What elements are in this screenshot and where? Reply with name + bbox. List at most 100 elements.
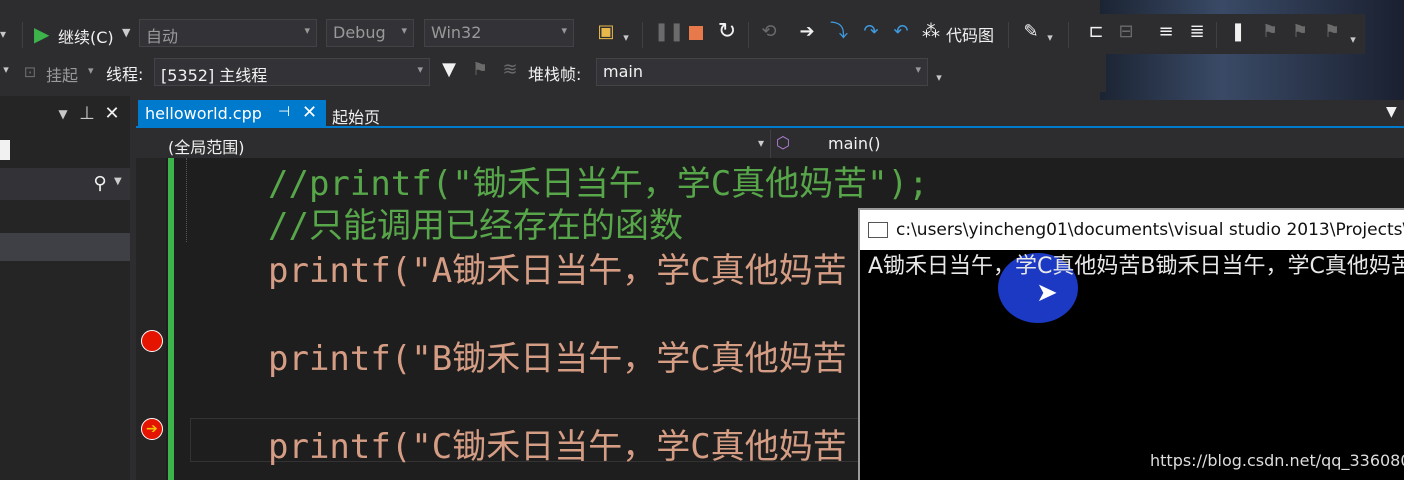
close-icon[interactable]: ✕ <box>302 102 317 123</box>
chevron-down-icon: ▾ <box>758 136 765 150</box>
breakpoint-icon[interactable]: ➔ <box>141 418 163 440</box>
configuration-combo[interactable]: Debug ▾ <box>326 19 414 47</box>
auto-combo-value: 自动 <box>146 27 179 46</box>
navigation-bar: (全局范围) ▾ ⬡ main() <box>138 130 1404 158</box>
search-icon: ⚲ <box>93 173 107 194</box>
continue-label: 继续(C) <box>58 28 114 47</box>
console-output: A锄禾日当午，学C真他妈苦B锄禾日当午，学C真他妈苦 <box>868 254 1404 279</box>
close-icon[interactable]: ✕ <box>102 100 122 128</box>
toggle-flagged-icon[interactable]: ≋ <box>498 56 522 84</box>
scope-combo[interactable]: (全局范围) ▾ <box>138 130 768 158</box>
chevron-down-icon: ▼ <box>122 26 131 39</box>
pin-icon[interactable]: ⊣ <box>278 104 290 120</box>
previous-bookmark-icon[interactable]: ⚑ <box>1256 18 1284 46</box>
members-icon[interactable]: ⊟ <box>1112 18 1140 46</box>
code-line: printf("B锄禾日当午，学C真他妈苦 <box>268 339 847 379</box>
step-out-icon[interactable]: ↶ <box>887 18 915 46</box>
suspend-label: 挂起 <box>46 66 79 85</box>
code-map-button[interactable]: ⁂ 代码图 <box>918 18 1000 46</box>
tab-start-page[interactable]: 起始页 <box>330 100 410 127</box>
scope-value: (全局范围) <box>168 138 245 157</box>
current-statement-arrow-icon: ➔ <box>146 421 158 437</box>
filter-icon[interactable]: ▼ <box>438 56 460 84</box>
thread-label: 线程: <box>106 65 144 84</box>
tab-helloworld-cpp[interactable]: helloworld.cpp ⊣ ✕ <box>138 100 326 128</box>
code-map-icon: ⁂ <box>922 21 940 42</box>
chevron-down-icon: ▾ <box>417 63 423 76</box>
function-icon: ⬡ <box>776 133 790 152</box>
toolbar-separator <box>22 22 23 48</box>
toolbar-separator <box>1068 22 1069 48</box>
chevron-down-icon: ▾ <box>915 63 921 76</box>
solution-explorer-panel <box>0 96 130 480</box>
clear-bookmarks-icon[interactable]: ⚑ <box>1318 18 1346 46</box>
outdent-icon[interactable]: ≣ <box>1183 18 1211 46</box>
code-line: printf("C锄禾日当午，学C真他妈苦 <box>268 427 847 467</box>
list-item[interactable] <box>0 233 130 261</box>
indent-guide <box>186 158 189 242</box>
document-tab-strip <box>136 100 1404 128</box>
chevron-down-icon: ▾ <box>304 24 310 37</box>
class-view-icon[interactable]: ⊏ <box>1082 18 1110 46</box>
stack-frame-combo[interactable]: main ▾ <box>596 58 928 86</box>
auto-combo[interactable]: 自动 ▾ <box>139 19 317 47</box>
chevron-down-icon[interactable]: ▾ <box>932 64 946 92</box>
chevron-down-icon[interactable]: ▼ <box>1386 104 1397 120</box>
step-into-icon[interactable]: ⤵ <box>825 18 853 46</box>
search-input[interactable]: ⚲ ▼ <box>0 168 130 200</box>
chevron-down-icon: ▾ <box>561 24 567 37</box>
platform-combo[interactable]: Win32 ▾ <box>424 19 574 47</box>
thread-combo[interactable]: [5352] 主线程 ▾ <box>154 58 430 86</box>
function-combo[interactable]: ⬡ main() <box>774 130 1114 158</box>
hex-display-icon[interactable]: ✎ <box>1018 18 1044 46</box>
console-title-bar[interactable]: c:\users\yincheng01\documents\visual stu… <box>860 210 1404 250</box>
console-title: c:\users\yincheng01\documents\visual stu… <box>896 220 1404 240</box>
continue-button[interactable]: ▶ 继续(C) ▼ <box>32 20 136 48</box>
flag-thread-icon[interactable]: ⚑ <box>468 56 492 84</box>
tab-label: helloworld.cpp <box>145 104 262 123</box>
bookmark-icon[interactable]: ❚ <box>1224 18 1252 46</box>
code-line: //只能调用已经存在的函数 <box>268 206 683 246</box>
chevron-down-icon: ▾ <box>401 24 407 37</box>
suspend-icon: ⊡ <box>23 63 37 81</box>
breakpoint-icon[interactable] <box>141 330 163 352</box>
chevron-down-icon: ▼ <box>114 176 122 187</box>
thread-value: [5352] 主线程 <box>161 66 268 85</box>
restart-icon[interactable]: ↻ <box>714 18 740 46</box>
pause-icon[interactable]: ❚❚ <box>654 18 684 46</box>
stack-frame-value: main <box>603 62 643 81</box>
chevron-down-icon[interactable]: ▼ <box>54 100 72 128</box>
show-next-statement-icon[interactable]: ➔ <box>794 18 820 46</box>
watermark: https://blog.csdn.net/qq_33608000 <box>1150 451 1404 470</box>
chevron-down-icon[interactable]: ▾ <box>1044 24 1056 52</box>
code-line: printf("A锄禾日当午，学C真他妈苦 <box>268 251 847 291</box>
step-over-icon[interactable]: ↷ <box>857 18 885 46</box>
stack-frame-label: 堆栈帧: <box>528 65 582 84</box>
console-app-icon <box>868 222 888 238</box>
navbar-separator <box>770 130 771 158</box>
toolbar-separator <box>1216 22 1217 48</box>
tab-label: 起始页 <box>332 108 381 127</box>
dropdown-arrow-icon[interactable]: ▾ <box>0 20 6 48</box>
apply-code-changes-icon[interactable]: ⟲ <box>756 18 782 46</box>
chevron-down-icon[interactable]: ▾ <box>620 24 632 52</box>
pin-icon[interactable]: ⊥ <box>78 100 96 128</box>
play-icon: ▶ <box>34 22 50 46</box>
function-value: main() <box>828 134 881 153</box>
next-bookmark-icon[interactable]: ⚑ <box>1286 18 1314 46</box>
tab-underline <box>136 126 1404 128</box>
chevron-down-icon[interactable]: ▾ <box>1346 26 1360 54</box>
toolbar-button[interactable] <box>0 140 10 160</box>
chevron-down-icon[interactable]: ▾ <box>0 56 12 84</box>
panel-header: ▼ ⊥ ✕ <box>0 100 130 130</box>
indent-icon[interactable]: ≡ <box>1152 18 1180 46</box>
suspend-button[interactable]: ⊡ 挂起 ▾ <box>20 58 100 86</box>
toolbar-separator <box>1008 22 1009 48</box>
stop-icon[interactable] <box>689 26 703 40</box>
toolbar-separator <box>748 22 749 48</box>
process-icon[interactable]: ▣ <box>592 18 620 46</box>
toolbar-separator <box>642 22 643 48</box>
chevron-down-icon: ▾ <box>88 64 94 77</box>
debug-toolbar: ▾ ▶ 继续(C) ▼ 自动 ▾ Debug ▾ Win32 ▾ ▣ ▾ ❚❚ … <box>0 14 1365 54</box>
configuration-value: Debug <box>333 23 386 42</box>
